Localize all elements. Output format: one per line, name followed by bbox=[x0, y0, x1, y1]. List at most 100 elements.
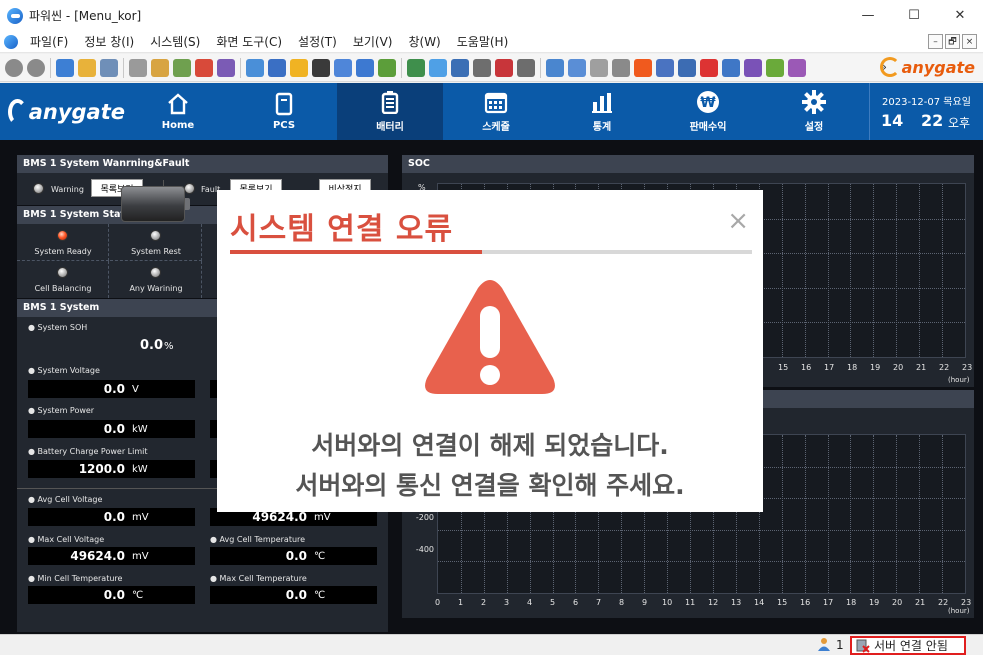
mdi-restore-button[interactable]: 🗗 bbox=[945, 34, 960, 49]
dialog-message-line2: 서버와의 통신 연결을 확인해 주세요. bbox=[295, 471, 685, 500]
main-nav: Home PCS 배터리 스케줄 통계 ₩ 판매수익 설정 bbox=[125, 83, 867, 140]
menu-system[interactable]: 시스템(S) bbox=[142, 33, 208, 50]
server-connection-status[interactable]: 서버 연결 안됨 bbox=[850, 636, 966, 655]
menu-file[interactable]: 파일(F) bbox=[22, 33, 76, 50]
power-x-tick: 21 bbox=[915, 598, 926, 607]
toolbar-tool-icon[interactable] bbox=[56, 58, 74, 77]
maximize-button[interactable]: ☐ bbox=[891, 0, 937, 31]
toolbar-tool-icon[interactable] bbox=[151, 58, 169, 77]
toolbar-tool-icon[interactable] bbox=[334, 58, 352, 77]
power-x-tick: 22 bbox=[938, 598, 949, 607]
app-logo: anygate bbox=[0, 83, 125, 140]
menu-screen-tools[interactable]: 화면 도구(C) bbox=[208, 33, 290, 50]
nav-statistics[interactable]: 통계 bbox=[549, 83, 655, 140]
nav-home[interactable]: Home bbox=[125, 83, 231, 140]
mdi-close-button[interactable]: × bbox=[962, 34, 977, 49]
toolbar-tool-icon[interactable] bbox=[722, 58, 740, 77]
toolbar-tool-icon[interactable] bbox=[517, 58, 535, 77]
toolbar-tool-icon[interactable] bbox=[429, 58, 447, 77]
nav-battery[interactable]: 배터리 bbox=[337, 83, 443, 140]
grid-line bbox=[804, 435, 806, 593]
fault-led bbox=[184, 183, 195, 194]
grid-line bbox=[942, 435, 944, 593]
system-voltage-label: ● System Voltage bbox=[28, 366, 100, 375]
toolbar-tool-icon[interactable] bbox=[195, 58, 213, 77]
app-icon bbox=[7, 7, 23, 24]
power-x-tick: 17 bbox=[823, 598, 834, 607]
grid-line bbox=[804, 184, 806, 357]
toolbar-separator bbox=[123, 57, 124, 78]
nav-sales-revenue[interactable]: ₩ 판매수익 bbox=[655, 83, 761, 140]
max-cell-temp-value: 0.0 ℃ bbox=[210, 586, 377, 604]
toolbar-tool-icon[interactable] bbox=[546, 58, 564, 77]
nav-statistics-label: 통계 bbox=[592, 122, 612, 133]
toolbar-tool-icon[interactable] bbox=[700, 58, 718, 77]
system-ready-led bbox=[57, 230, 68, 241]
connection-error-dialog: 시스템 연결 오류 × 서버와의 연결이 해제 되었습니다. 서버와의 통신 연… bbox=[217, 190, 763, 512]
toolbar-tool-icon[interactable] bbox=[312, 58, 330, 77]
toolbar-tool-icon[interactable] bbox=[473, 58, 491, 77]
toolbar-tool-icon[interactable] bbox=[268, 58, 286, 77]
toolbar: » anygate bbox=[0, 54, 983, 82]
toolbar-tool-icon[interactable] bbox=[495, 58, 513, 77]
cell-balancing-led bbox=[57, 267, 68, 278]
toolbar-tool-icon[interactable] bbox=[217, 58, 235, 77]
toolbar-tool-icon[interactable] bbox=[678, 58, 696, 77]
nav-settings[interactable]: 설정 bbox=[761, 83, 867, 140]
svg-text:₩: ₩ bbox=[700, 95, 716, 111]
min-cell-temp-label: ● Min Cell Temperature bbox=[28, 574, 123, 583]
menu-window[interactable]: 창(W) bbox=[400, 33, 448, 50]
mdi-minimize-button[interactable]: – bbox=[928, 34, 943, 49]
window-title: 파워씬 - [Menu_kor] bbox=[29, 9, 142, 23]
toolbar-tool-icon[interactable] bbox=[129, 58, 147, 77]
toolbar-tool-icon[interactable] bbox=[290, 58, 308, 77]
menu-help[interactable]: 도움말(H) bbox=[449, 33, 517, 50]
dialog-message-line1: 서버와의 연결이 해제 되었습니다. bbox=[311, 431, 669, 460]
toolbar-tool-icon[interactable] bbox=[612, 58, 630, 77]
toolbar-tool-icon[interactable] bbox=[246, 58, 264, 77]
user-count: 1 bbox=[836, 638, 844, 652]
toolbar-tool-icon[interactable] bbox=[568, 58, 586, 77]
toolbar-tool-icon[interactable] bbox=[407, 58, 425, 77]
toolbar-tool-icon[interactable] bbox=[788, 58, 806, 77]
soc-chart-title: SOC bbox=[402, 155, 974, 173]
toolbar-tool-icon[interactable] bbox=[766, 58, 784, 77]
toolbar-tool-icon[interactable] bbox=[378, 58, 396, 77]
toolbar-tool-icon[interactable] bbox=[5, 58, 23, 77]
toolbar-tool-icon[interactable] bbox=[744, 58, 762, 77]
close-button[interactable]: ✕ bbox=[937, 0, 983, 31]
menu-view[interactable]: 보기(V) bbox=[345, 33, 401, 50]
grid-line bbox=[438, 529, 965, 531]
nav-pcs[interactable]: PCS bbox=[231, 83, 337, 140]
toolbar-tool-icon[interactable] bbox=[451, 58, 469, 77]
menu-info-window[interactable]: 정보 창(I) bbox=[76, 33, 142, 50]
soc-x-tick: 16 bbox=[801, 363, 812, 372]
menu-bar: 파일(F) 정보 창(I) 시스템(S) 화면 도구(C) 설정(T) 보기(V… bbox=[0, 31, 983, 53]
toolbar-tool-icon[interactable] bbox=[100, 58, 118, 77]
toolbar-tool-icon[interactable] bbox=[634, 58, 652, 77]
toolbar-tool-icon[interactable] bbox=[27, 58, 45, 77]
soc-x-tick: 20 bbox=[893, 363, 904, 372]
gear-icon bbox=[802, 90, 826, 114]
grid-line bbox=[827, 184, 829, 357]
menu-settings[interactable]: 설정(T) bbox=[290, 33, 345, 50]
avg-cell-voltage-value: 0.0 mV bbox=[28, 508, 195, 526]
warning-triangle-icon bbox=[425, 280, 555, 394]
nav-schedule[interactable]: 스케줄 bbox=[443, 83, 549, 140]
toolbar-tool-icon[interactable] bbox=[173, 58, 191, 77]
toolbar-tool-icon[interactable] bbox=[78, 58, 96, 77]
toolbar-tool-icon[interactable] bbox=[356, 58, 374, 77]
toolbar-brand-text: anygate bbox=[901, 57, 975, 77]
dialog-close-button[interactable]: × bbox=[727, 206, 749, 236]
calendar-icon bbox=[484, 92, 508, 114]
menu-app-icon[interactable] bbox=[4, 34, 18, 49]
minimize-button[interactable]: — bbox=[845, 0, 891, 31]
max-cell-voltage-label: ● Max Cell Voltage bbox=[28, 535, 105, 544]
status-label: Cell Balancing bbox=[34, 284, 92, 293]
toolbar-tool-icon[interactable] bbox=[656, 58, 674, 77]
won-coin-icon: ₩ bbox=[697, 91, 719, 113]
app-logo-text: anygate bbox=[28, 99, 125, 124]
nav-sales-revenue-label: 판매수익 bbox=[689, 122, 727, 133]
toolbar-tool-icon[interactable] bbox=[590, 58, 608, 77]
avg-cell-voltage-label: ● Avg Cell Voltage bbox=[28, 495, 103, 504]
